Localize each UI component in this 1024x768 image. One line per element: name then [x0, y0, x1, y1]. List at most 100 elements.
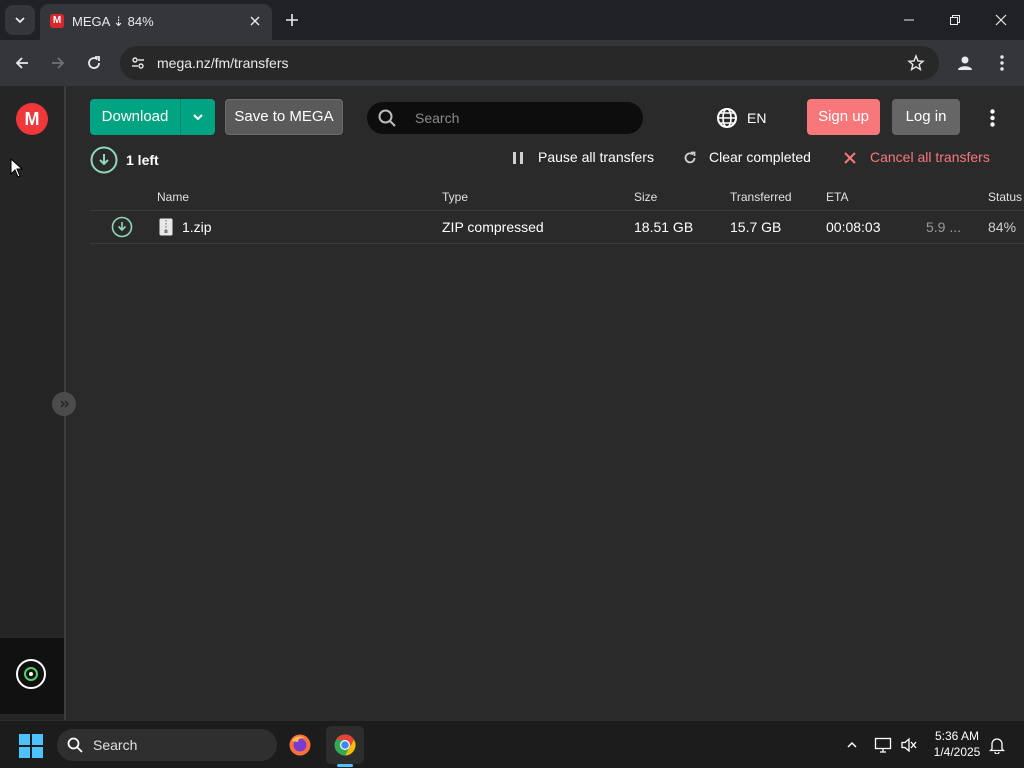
file-type: ZIP compressed	[442, 219, 544, 235]
back-button[interactable]	[10, 51, 34, 75]
table-row[interactable]: 1.zip ZIP compressed 18.51 GB 15.7 GB 00…	[90, 210, 1024, 244]
file-transferred: 15.7 GB	[730, 219, 782, 235]
sidebar-bottom-panel	[0, 638, 64, 714]
chevron-up-icon	[847, 741, 857, 748]
mega-favicon-icon: M	[50, 14, 64, 28]
search-placeholder: Search	[415, 110, 460, 126]
windows-taskbar: Search 5:36 AM 1/4/2025	[0, 720, 1024, 768]
sync-status-icon[interactable]	[16, 659, 46, 689]
network-tray-button[interactable]	[872, 734, 894, 756]
close-icon	[250, 16, 260, 26]
start-button[interactable]	[18, 733, 44, 759]
bookmark-button[interactable]	[907, 54, 925, 72]
cancel-all-transfers-button[interactable]: Cancel all transfers	[843, 148, 993, 168]
search-field[interactable]: Search	[367, 102, 643, 134]
clear-completed-label: Clear completed	[709, 149, 811, 165]
file-speed: 5.9 ...	[926, 219, 962, 235]
transfers-remaining-text: 1 left	[126, 152, 159, 168]
language-selector[interactable]: EN	[716, 107, 772, 129]
pause-icon	[513, 152, 523, 164]
minimize-icon	[904, 19, 914, 21]
column-header-transferred[interactable]: Transferred	[730, 190, 792, 204]
profile-button[interactable]	[953, 51, 977, 75]
minimize-button[interactable]	[886, 0, 932, 40]
refresh-icon	[684, 151, 696, 164]
sign-up-button[interactable]: Sign up	[807, 99, 880, 135]
column-header-status[interactable]: Status	[988, 190, 1022, 204]
search-icon	[67, 737, 83, 753]
taskbar-firefox[interactable]	[281, 726, 319, 764]
zip-file-icon	[159, 218, 173, 236]
restore-button[interactable]	[932, 0, 978, 40]
column-header-name[interactable]: Name	[157, 190, 189, 204]
system-clock[interactable]: 5:36 AM 1/4/2025	[924, 728, 990, 760]
chrome-icon	[334, 734, 356, 756]
save-to-mega-button[interactable]: Save to MEGA	[225, 99, 343, 135]
transfers-table-header: Name Type Size Transferred ETA Status	[90, 190, 1024, 210]
column-header-type[interactable]: Type	[442, 190, 468, 204]
pause-all-transfers-button[interactable]: Pause all transfers	[512, 148, 654, 168]
arrow-left-icon	[15, 57, 28, 69]
cancel-all-label: Cancel all transfers	[870, 149, 990, 165]
clock-time: 5:36 AM	[934, 729, 980, 743]
notifications-button[interactable]	[986, 734, 1008, 756]
close-icon	[995, 14, 1007, 26]
reload-button[interactable]	[82, 51, 106, 75]
file-eta: 00:08:03	[826, 219, 881, 235]
tune-icon	[132, 57, 144, 69]
active-app-indicator	[337, 764, 353, 767]
page-menu-button[interactable]	[984, 107, 1000, 129]
clock-date: 1/4/2025	[933, 745, 981, 759]
taskbar-search-box[interactable]: Search	[57, 729, 277, 761]
volume-tray-button[interactable]	[898, 734, 920, 756]
sidebar-collapse-button[interactable]	[52, 392, 76, 416]
more-vert-icon	[989, 109, 995, 127]
network-icon	[874, 737, 892, 753]
file-status: 84%	[988, 219, 1017, 235]
forward-button[interactable]	[46, 51, 70, 75]
language-code: EN	[747, 110, 767, 126]
more-vert-icon	[1000, 55, 1004, 71]
search-icon	[377, 108, 397, 128]
download-options-button[interactable]	[181, 99, 215, 135]
address-bar[interactable]: mega.nz/fm/transfers	[120, 46, 939, 80]
globe-icon	[717, 108, 737, 128]
restore-icon	[950, 15, 960, 25]
browser-tabstrip: M MEGA ⇣ 84%	[0, 0, 1024, 40]
firefox-icon	[289, 734, 311, 756]
tab-close-button[interactable]	[246, 12, 264, 30]
column-header-size[interactable]: Size	[634, 190, 657, 204]
download-button-label: Download	[101, 108, 169, 125]
taskbar-chrome[interactable]	[326, 726, 364, 764]
windows-logo-icon	[19, 734, 43, 758]
file-size: 18.51 GB	[634, 219, 694, 235]
chevron-down-icon	[193, 114, 203, 121]
file-name: 1.zip	[182, 219, 212, 235]
new-tab-button[interactable]	[281, 9, 303, 31]
show-hidden-icons-button[interactable]	[841, 734, 863, 756]
taskbar-search-label: Search	[93, 737, 138, 753]
speaker-muted-icon	[901, 737, 917, 753]
chevrons-icon	[60, 400, 70, 408]
clear-completed-button[interactable]: Clear completed	[683, 148, 813, 168]
browser-tab-mega[interactable]: M MEGA ⇣ 84%	[40, 4, 272, 40]
arrow-right-icon	[52, 57, 65, 69]
download-button[interactable]: Download	[90, 99, 215, 135]
person-icon	[958, 56, 972, 70]
column-header-eta[interactable]: ETA	[826, 190, 848, 204]
close-icon	[844, 152, 856, 164]
site-info-button[interactable]	[128, 53, 148, 73]
mega-page: M Download Save to MEGA Search EN Sign u…	[0, 86, 1024, 720]
pause-all-label: Pause all transfers	[538, 149, 654, 165]
browser-toolbar: mega.nz/fm/transfers	[0, 40, 1024, 86]
reload-icon	[88, 56, 100, 69]
tab-search-button[interactable]	[5, 5, 35, 35]
chevron-down-icon	[15, 17, 25, 24]
download-circle-icon	[90, 146, 118, 174]
mega-logo[interactable]: M	[16, 103, 48, 135]
mouse-cursor-icon	[10, 158, 24, 178]
log-in-button[interactable]: Log in	[892, 99, 960, 135]
close-window-button[interactable]	[978, 0, 1024, 40]
tab-title: MEGA ⇣ 84%	[72, 14, 154, 29]
chrome-menu-button[interactable]	[992, 51, 1012, 75]
